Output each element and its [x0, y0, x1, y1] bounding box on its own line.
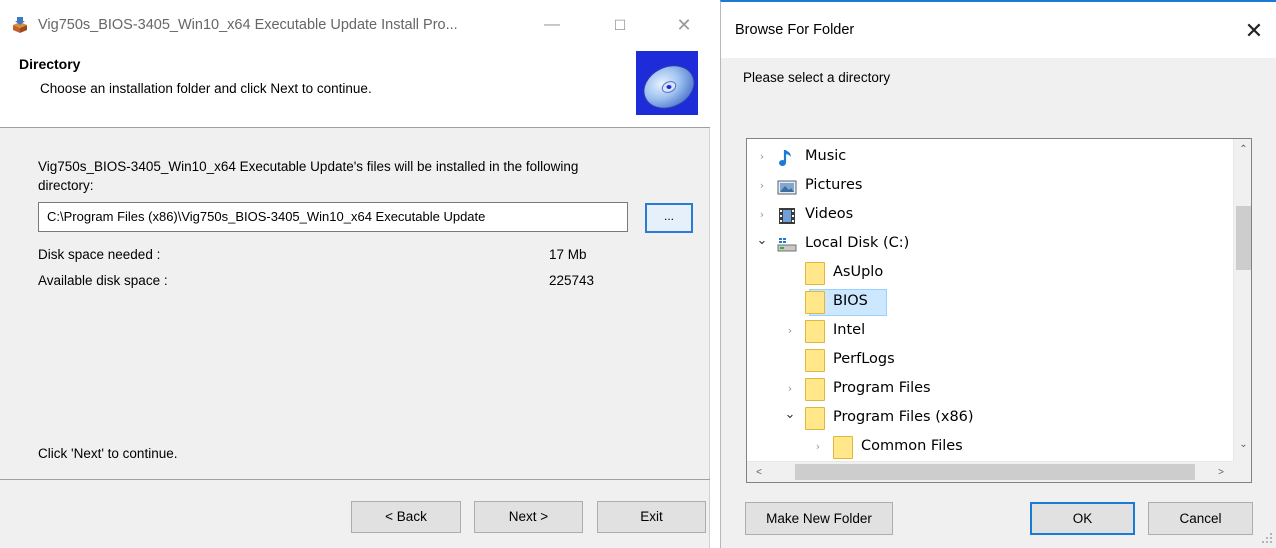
- horizontal-scrollbar[interactable]: < >: [747, 461, 1233, 482]
- minimize-button[interactable]: —: [534, 12, 570, 38]
- page-subheading: Choose an installation folder and click …: [40, 81, 372, 96]
- expand-chevron-icon[interactable]: [783, 294, 797, 310]
- local-disk-icon: [777, 238, 797, 252]
- tree-item[interactable]: › Pictures: [747, 172, 1233, 201]
- tree-item-label: Local Disk (C:): [805, 235, 910, 251]
- scroll-corner: [1233, 461, 1251, 482]
- cd-disc-icon: [636, 51, 698, 115]
- tree-item-label: AsUplo: [833, 264, 884, 280]
- scroll-right-button[interactable]: >: [1211, 463, 1231, 482]
- cancel-button[interactable]: Cancel: [1148, 502, 1253, 535]
- folder-icon: [805, 349, 825, 372]
- resize-grip-icon[interactable]: [1261, 532, 1273, 544]
- tree-item[interactable]: PerfLogs: [747, 346, 1233, 375]
- tree-item[interactable]: ⌄ Local Disk (C:): [747, 230, 1233, 259]
- tree-item[interactable]: › Intel: [747, 317, 1233, 346]
- collapse-chevron-icon[interactable]: ⌄: [783, 407, 797, 423]
- make-new-folder-button[interactable]: Make New Folder: [745, 502, 893, 535]
- install-description: Vig750s_BIOS-3405_Win10_x64 Executable U…: [38, 159, 579, 174]
- tree-item-label: Program Files: [833, 380, 931, 396]
- videos-icon: [779, 208, 795, 224]
- tree-item-label: Pictures: [805, 177, 863, 193]
- expand-chevron-icon[interactable]: ›: [783, 381, 797, 397]
- tree-item-label: Intel: [833, 322, 866, 338]
- browse-folder-dialog: Browse For Folder ✕ Please select a dire…: [720, 0, 1276, 548]
- installer-title: Vig750s_BIOS-3405_Win10_x64 Executable U…: [38, 17, 458, 33]
- pictures-icon: [777, 180, 797, 195]
- close-button[interactable]: ✕: [666, 12, 702, 38]
- disk-available-label: Available disk space :: [38, 273, 168, 288]
- expand-chevron-icon[interactable]: ›: [755, 178, 769, 194]
- disk-needed-value: 17 Mb: [549, 247, 587, 262]
- tree-item-label: Videos: [805, 206, 854, 222]
- tree-item[interactable]: › Videos: [747, 201, 1233, 230]
- scroll-left-button[interactable]: <: [749, 463, 769, 482]
- dialog-title: Browse For Folder: [735, 22, 855, 38]
- expand-chevron-icon[interactable]: [783, 352, 797, 368]
- expand-chevron-icon[interactable]: ›: [755, 207, 769, 223]
- browse-button[interactable]: ...: [645, 203, 693, 233]
- expand-chevron-icon[interactable]: ›: [755, 149, 769, 165]
- tree-item[interactable]: ⌄ Program Files (x86): [747, 404, 1233, 433]
- dialog-titlebar: Browse For Folder ✕: [721, 2, 1276, 58]
- tree-item-label: BIOS: [833, 293, 868, 309]
- folder-icon: [805, 407, 825, 430]
- folder-icon: [805, 262, 825, 285]
- tree-item[interactable]: › Common Files: [747, 433, 1233, 462]
- next-button[interactable]: Next >: [474, 501, 583, 533]
- music-note-icon: [779, 150, 791, 166]
- disk-needed-label: Disk space needed :: [38, 247, 161, 262]
- back-button[interactable]: < Back: [351, 501, 461, 533]
- dialog-close-button[interactable]: ✕: [1238, 15, 1270, 47]
- expand-chevron-icon[interactable]: ›: [811, 439, 825, 455]
- install-description-cont: directory:: [38, 178, 94, 193]
- scroll-down-button[interactable]: ⌄: [1234, 436, 1251, 454]
- directory-field[interactable]: C:\Program Files (x86)\Vig750s_BIOS-3405…: [38, 202, 628, 232]
- maximize-button[interactable]: ☐: [602, 12, 638, 38]
- folder-icon: [805, 320, 825, 343]
- tree-item-label: Common Files: [861, 438, 963, 454]
- folder-tree[interactable]: › Common Files ⌄ Program Files (x86) › Progra…: [746, 138, 1252, 483]
- installer-box-icon: [13, 17, 27, 33]
- folder-icon: [833, 436, 853, 459]
- expand-chevron-icon[interactable]: ›: [783, 323, 797, 339]
- vertical-scrollbar[interactable]: ⌃ ⌄: [1233, 139, 1251, 461]
- disk-available-value: 225743: [549, 273, 595, 288]
- vertical-scroll-thumb[interactable]: [1236, 206, 1251, 270]
- tree-item-label: PerfLogs: [833, 351, 895, 367]
- page-heading: Directory: [19, 56, 81, 72]
- tree-item-label: Music: [805, 148, 847, 164]
- ok-button[interactable]: OK: [1030, 502, 1135, 535]
- tree-item-label: Program Files (x86): [833, 409, 974, 425]
- scroll-up-button[interactable]: ⌃: [1234, 141, 1251, 159]
- tree-item[interactable]: › Music: [747, 143, 1233, 172]
- folder-icon: [805, 378, 825, 401]
- continue-hint: Click 'Next' to continue.: [38, 446, 178, 461]
- tree-item-selected[interactable]: BIOS: [747, 288, 1233, 317]
- installer-body: Vig750s_BIOS-3405_Win10_x64 Executable U…: [0, 129, 710, 479]
- folder-icon: [805, 291, 825, 314]
- horizontal-scroll-thumb[interactable]: [795, 464, 1195, 480]
- installer-window: Vig750s_BIOS-3405_Win10_x64 Executable U…: [0, 0, 710, 548]
- tree-item[interactable]: › Program Files: [747, 375, 1233, 404]
- dialog-message: Please select a directory: [743, 70, 891, 85]
- tree-item[interactable]: AsUplo: [747, 259, 1233, 288]
- installer-titlebar: Vig750s_BIOS-3405_Win10_x64 Executable U…: [0, 0, 710, 46]
- expand-chevron-icon[interactable]: [783, 265, 797, 281]
- installer-header: Directory Choose an installation folder …: [0, 46, 710, 128]
- collapse-chevron-icon[interactable]: ⌄: [755, 233, 769, 249]
- exit-button[interactable]: Exit: [597, 501, 706, 533]
- installer-footer: < Back Next > Exit: [0, 479, 710, 548]
